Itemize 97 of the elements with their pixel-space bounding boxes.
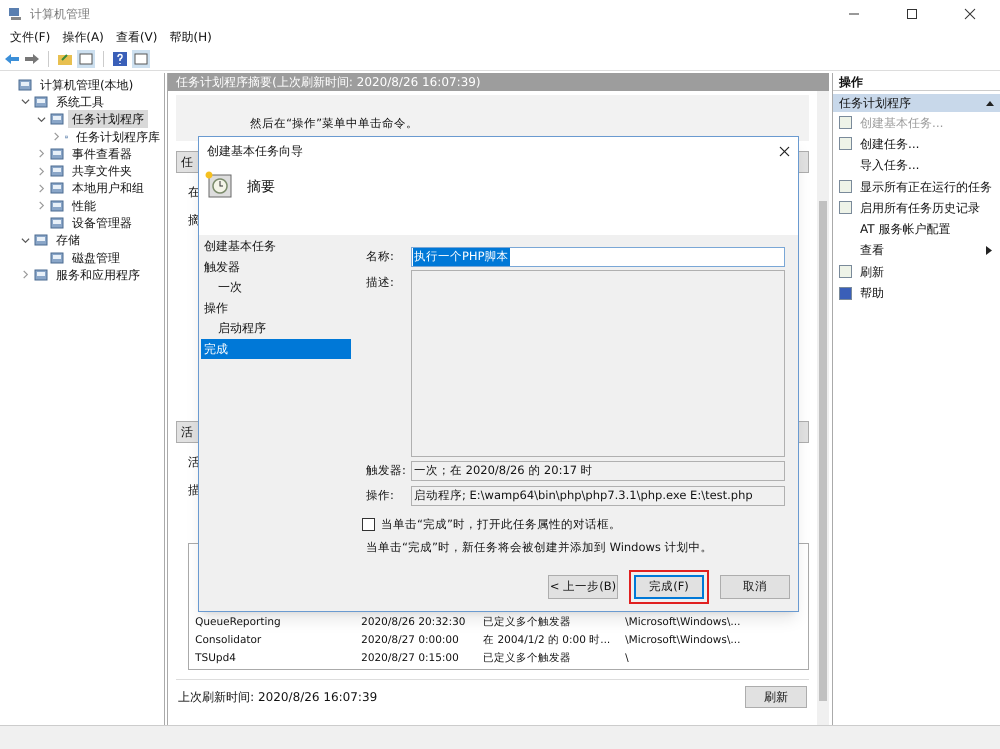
menu-item[interactable]: 帮助(H) bbox=[163, 28, 218, 46]
checkbox-label[interactable]: 当单击“完成”时，打开此任务属性的对话框。 bbox=[381, 516, 621, 534]
node-icon bbox=[50, 164, 64, 178]
pane-header: 任务计划程序摘要(上次刷新时间: 2020/8/26 16:07:39) bbox=[168, 73, 830, 91]
description-label: 描述: bbox=[366, 274, 395, 291]
action-icon bbox=[839, 201, 852, 214]
tree-item[interactable]: 服务和应用程序 bbox=[52, 266, 144, 284]
tree-item[interactable]: 事件查看器 bbox=[68, 144, 136, 163]
tree-item[interactable]: 存储 bbox=[52, 231, 84, 250]
table-cell: 2020/8/27 0:15:00 bbox=[361, 652, 459, 664]
scrollbar[interactable] bbox=[817, 91, 830, 725]
refresh-time: 上次刷新时间: 2020/8/26 16:07:39 bbox=[178, 688, 378, 706]
tree-item[interactable]: 计算机管理(本地) bbox=[36, 76, 138, 94]
scrollbar-thumb[interactable] bbox=[819, 201, 828, 701]
action-label: 操作: bbox=[366, 487, 395, 504]
menu-item[interactable]: 文件(F) bbox=[4, 28, 56, 46]
table-cell: 已定义多个触发器 bbox=[483, 652, 572, 664]
collapse-icon[interactable] bbox=[986, 100, 994, 106]
tree-item[interactable]: 磁盘管理 bbox=[68, 248, 124, 267]
node-icon bbox=[50, 146, 64, 161]
tree-item[interactable]: 本地用户和组 bbox=[68, 179, 148, 198]
action-icon bbox=[839, 180, 852, 194]
panel-icon[interactable] bbox=[132, 50, 150, 68]
node-icon bbox=[50, 112, 64, 126]
tree-item[interactable]: 性能 bbox=[68, 196, 100, 215]
wizard-button[interactable]: < 上一步(B) bbox=[548, 575, 618, 599]
clock-icon bbox=[205, 171, 233, 199]
maximize-icon[interactable] bbox=[906, 8, 918, 20]
action-icon bbox=[839, 286, 852, 300]
node-icon bbox=[34, 94, 48, 109]
checkbox[interactable] bbox=[362, 518, 375, 532]
menu-item[interactable]: 查看(V) bbox=[110, 28, 164, 46]
action-icon bbox=[839, 137, 852, 150]
close-icon[interactable] bbox=[964, 8, 976, 20]
wizard-step: 触发器 bbox=[201, 256, 351, 277]
wizard-step: 操作 bbox=[201, 298, 351, 318]
action-item[interactable]: 帮助 bbox=[860, 284, 992, 302]
tree-item[interactable]: 设备管理器 bbox=[68, 214, 136, 232]
action-icon bbox=[839, 265, 852, 278]
chevron-right-icon[interactable] bbox=[20, 270, 30, 280]
table-cell: 在 2004/1/2 的 0:00 时... bbox=[483, 634, 610, 646]
table-cell: QueueReporting bbox=[195, 616, 281, 628]
table-cell: TSUpd4 bbox=[195, 652, 236, 664]
table-cell: \ bbox=[625, 652, 629, 664]
submenu-arrow-icon[interactable] bbox=[986, 246, 992, 255]
forward-arrow-icon[interactable] bbox=[24, 52, 40, 66]
close-icon[interactable] bbox=[779, 146, 790, 156]
tree-item[interactable]: 系统工具 bbox=[52, 92, 108, 111]
table-cell: 2020/8/27 0:00:00 bbox=[361, 634, 459, 646]
panel-icon[interactable] bbox=[77, 50, 95, 68]
tree-item[interactable]: 任务计划程序 bbox=[68, 110, 148, 128]
node-icon bbox=[34, 268, 48, 282]
wizard-step: 完成 bbox=[201, 338, 351, 359]
computer-icon bbox=[8, 6, 22, 20]
wizard-button[interactable]: 完成(F) bbox=[634, 575, 704, 599]
node-icon bbox=[50, 181, 64, 196]
action-item[interactable]: AT 服务帐户配置 bbox=[860, 220, 992, 238]
action-item[interactable]: 启用所有任务历史记录 bbox=[860, 198, 992, 217]
table-cell: Consolidator bbox=[195, 634, 262, 646]
name-label: 名称: bbox=[366, 248, 395, 266]
trigger-field: 一次；在 2020/8/26 的 20:17 时 bbox=[411, 461, 785, 481]
description-field[interactable] bbox=[411, 270, 785, 457]
node-icon bbox=[50, 198, 64, 213]
action-item[interactable]: 导入任务... bbox=[860, 156, 992, 174]
refresh-button[interactable]: 刷新 bbox=[745, 686, 808, 708]
help-icon[interactable] bbox=[112, 50, 128, 66]
trigger-label: 触发器: bbox=[366, 462, 407, 480]
wizard-note: 当单击“完成”时，新任务将会被创建并添加到 Windows 计划中。 bbox=[366, 539, 714, 556]
back-arrow-icon[interactable] bbox=[4, 52, 20, 66]
window-title: 计算机管理 bbox=[30, 6, 90, 22]
action-item[interactable]: 显示所有正在运行的任务 bbox=[860, 178, 992, 196]
node-icon bbox=[50, 216, 64, 230]
action-item[interactable]: 刷新 bbox=[860, 262, 992, 281]
wizard-heading: 摘要 bbox=[247, 178, 275, 197]
name-field[interactable]: 执行一个PHP脚本 bbox=[411, 247, 785, 267]
table-cell: 已定义多个触发器 bbox=[483, 616, 572, 628]
dialog-title: 创建基本任务向导 bbox=[207, 143, 303, 160]
action-icon bbox=[839, 116, 852, 130]
wizard-step: 一次 bbox=[201, 277, 351, 298]
table-cell: \Microsoft\Windows\... bbox=[625, 634, 740, 646]
wizard-step: 启动程序 bbox=[201, 318, 351, 338]
chevron-down-icon[interactable] bbox=[20, 236, 30, 245]
tree-item[interactable]: 任务计划程序库 bbox=[72, 128, 164, 146]
node-icon bbox=[18, 78, 32, 92]
table-cell: \Microsoft\Windows\... bbox=[625, 616, 740, 628]
node-icon bbox=[34, 233, 48, 248]
action-field: 启动程序; E:\wamp64\bin\php\php7.3.1\php.exe E:\test.php bbox=[411, 486, 785, 506]
wizard-step: 创建基本任务 bbox=[201, 236, 351, 256]
action-item[interactable]: 查看 bbox=[860, 241, 978, 260]
table-cell: 2020/8/26 20:32:30 bbox=[361, 616, 466, 628]
wizard-button[interactable]: 取消 bbox=[720, 575, 790, 599]
menu-item[interactable]: 操作(A) bbox=[56, 28, 110, 46]
action-item[interactable]: 创建任务... bbox=[860, 134, 992, 153]
actions-header: 操作 bbox=[833, 73, 1000, 91]
actions-section[interactable]: 任务计划程序 bbox=[833, 94, 1000, 112]
tree-item[interactable]: 共享文件夹 bbox=[68, 162, 136, 180]
node-icon bbox=[50, 250, 64, 265]
